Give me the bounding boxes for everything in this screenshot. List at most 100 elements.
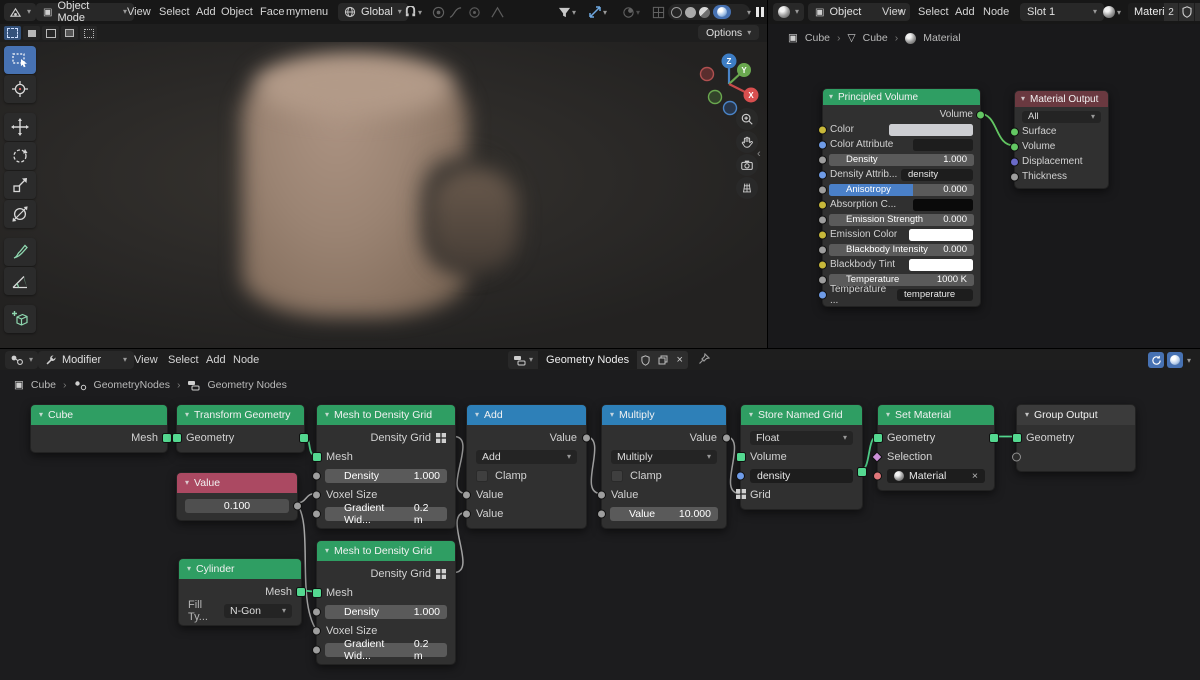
value-output-socket[interactable] [293,501,302,510]
collapse-chevron-icon[interactable]: ▾ [1025,411,1029,419]
temperature-input-socket[interactable] [818,275,827,284]
fake-user-shield-icon[interactable] [1179,3,1194,21]
pan-hand-button[interactable] [736,131,758,153]
snapping-icon[interactable] [402,4,418,20]
geo-menu-add[interactable]: Add [204,349,228,371]
zoom-button[interactable] [736,108,758,130]
output-target-dropdown[interactable]: All▾ [1022,111,1101,123]
fill-type-dropdown[interactable]: N-Gon▾ [224,604,292,618]
emission-color-swatch[interactable] [909,229,973,241]
node-group-output[interactable]: ▾Group Output Geometry [1016,404,1136,472]
volume-input-socket[interactable] [736,452,746,462]
geo-editor-type-button[interactable]: ▾ [5,351,38,369]
volume-input-socket[interactable] [1010,142,1019,151]
shader-menu-select[interactable]: Select [916,0,951,24]
object-mode-dropdown[interactable]: ▣ Object Mode ▾ [36,3,134,21]
collapse-chevron-icon[interactable]: ▾ [886,411,890,419]
snapping-chevron-icon[interactable]: ▾ [418,9,422,17]
value1-input-socket[interactable] [462,490,471,499]
gizmos-toggle-icon[interactable] [587,4,603,20]
menu-mymenu[interactable]: mymenu [284,0,330,24]
gradient-width-input-socket[interactable] [312,509,321,518]
collapse-chevron-icon[interactable]: ▾ [325,547,329,555]
node-set-material[interactable]: ▾Set Material Geometry Selection Materia… [877,404,995,491]
name-input-socket[interactable] [736,471,745,480]
chevron-down-icon[interactable]: ▾ [1187,357,1191,365]
gradient-width-slider[interactable]: Gradient Wid...0.2 m [325,507,447,521]
overlays-toggle-icon[interactable] [620,4,636,20]
collapse-chevron-icon[interactable]: ▾ [325,411,329,419]
color-input-socket[interactable] [818,125,827,134]
value-output-socket[interactable] [582,433,591,442]
temperature-attribute-input-socket[interactable] [818,290,827,299]
tool-cursor[interactable] [4,75,36,103]
clamp-checkbox[interactable] [476,470,488,482]
shading-wireframe-icon[interactable] [671,7,682,18]
overlays-toggle-geo-icon[interactable] [1167,352,1183,368]
node-mesh-to-density-grid-2[interactable]: ▾Mesh to Density Grid Density Grid Mesh … [316,540,456,665]
collapse-chevron-icon[interactable]: ▾ [475,411,479,419]
value2-slider[interactable]: Value10.000 [610,507,718,521]
color-attribute-input-socket[interactable] [818,140,827,149]
geo-menu-view[interactable]: View [132,349,160,371]
menu-view[interactable]: View [125,0,153,24]
collapse-chevron-icon[interactable]: ▾ [39,411,43,419]
collapse-chevron-icon[interactable]: ▾ [610,411,614,419]
mesh-output-socket[interactable] [162,433,172,443]
node-cylinder[interactable]: ▾Cylinder Mesh Fill Ty...N-Gon▾ [178,558,302,626]
gizmos-chevron-icon[interactable]: ▾ [603,9,607,17]
geo-mode-dropdown[interactable]: Modifier ▾ [38,351,134,369]
node-material-output[interactable]: ▾Material Output All▾ Surface Volume Dis… [1014,90,1109,189]
geometry-input-socket[interactable] [172,433,182,443]
material-input-socket[interactable] [873,471,882,480]
color-attribute-field[interactable] [913,139,973,151]
shading-chevron-icon[interactable]: ▾ [747,9,751,17]
collapse-chevron-icon[interactable]: ▾ [185,411,189,419]
select-mode-extend-icon[interactable] [23,26,40,40]
node-header[interactable]: ▾Add [467,405,586,425]
node-principled-volume[interactable]: ▾Principled Volume Volume Color Color At… [822,88,981,307]
node-store-named-grid[interactable]: ▾Store Named Grid Float▾ Volume density … [740,404,863,510]
tree-copy-icon[interactable] [654,351,671,369]
density-slider[interactable]: Density1.000 [829,154,974,166]
value-field[interactable]: 0.100 [185,499,289,513]
voxel-size-input-socket[interactable] [312,490,321,499]
blackbody-intensity-slider[interactable]: Blackbody Intensity0.000 [829,244,974,256]
value1-input-socket[interactable] [597,490,606,499]
material-users-badge[interactable]: 2 [1164,3,1178,21]
geometry-input-socket[interactable] [873,433,883,443]
viewport-options-dropdown[interactable]: Options ▾ [698,25,759,40]
absorption-color-swatch[interactable] [913,199,973,211]
node-header[interactable]: ▾Multiply [602,405,726,425]
gradient-width-slider[interactable]: Gradient Wid...0.2 m [325,643,447,657]
node-value[interactable]: ▾Value 0.100 [176,472,298,521]
geometry-input-socket[interactable] [1012,433,1022,443]
menu-select[interactable]: Select [157,0,192,24]
density-attribute-field[interactable]: density [901,169,973,181]
tool-select-box[interactable] [4,46,36,74]
material-slot-dropdown[interactable]: Slot 1 ▾ [1020,3,1104,21]
volume-output-socket[interactable] [857,467,867,477]
node-header[interactable]: ▾Material Output [1015,91,1108,107]
navigation-gizmo[interactable]: Z Y X [694,48,766,120]
absorption-color-input-socket[interactable] [818,200,827,209]
anisotropy-slider[interactable]: Anisotropy0.000 [829,184,974,196]
shading-material-icon[interactable] [699,7,710,18]
tool-measure[interactable] [4,267,36,295]
breadcrumb-object[interactable]: Cube [805,32,830,44]
breadcrumb-tree[interactable]: Geometry Nodes [207,379,286,391]
editor-type-button[interactable]: ▾ [4,3,36,21]
blackbody-intensity-input-socket[interactable] [818,245,827,254]
node-header[interactable]: ▾Value [177,473,297,493]
new-material-button-partial[interactable] [1195,3,1200,21]
node-mesh-to-density-grid-1[interactable]: ▾Mesh to Density Grid Density Grid Mesh … [316,404,456,529]
breadcrumb-mesh[interactable]: Cube [863,32,888,44]
data-type-dropdown[interactable]: Float▾ [750,431,853,445]
grid-input-socket[interactable] [736,489,746,499]
filter-chevron-icon[interactable]: ▾ [572,9,576,17]
collapse-chevron-icon[interactable]: ▾ [187,565,191,573]
select-mode-set-icon[interactable] [4,26,21,40]
breadcrumb-object[interactable]: Cube [31,379,56,391]
mesh-input-socket[interactable] [312,452,322,462]
density-slider[interactable]: Density1.000 [325,605,447,619]
